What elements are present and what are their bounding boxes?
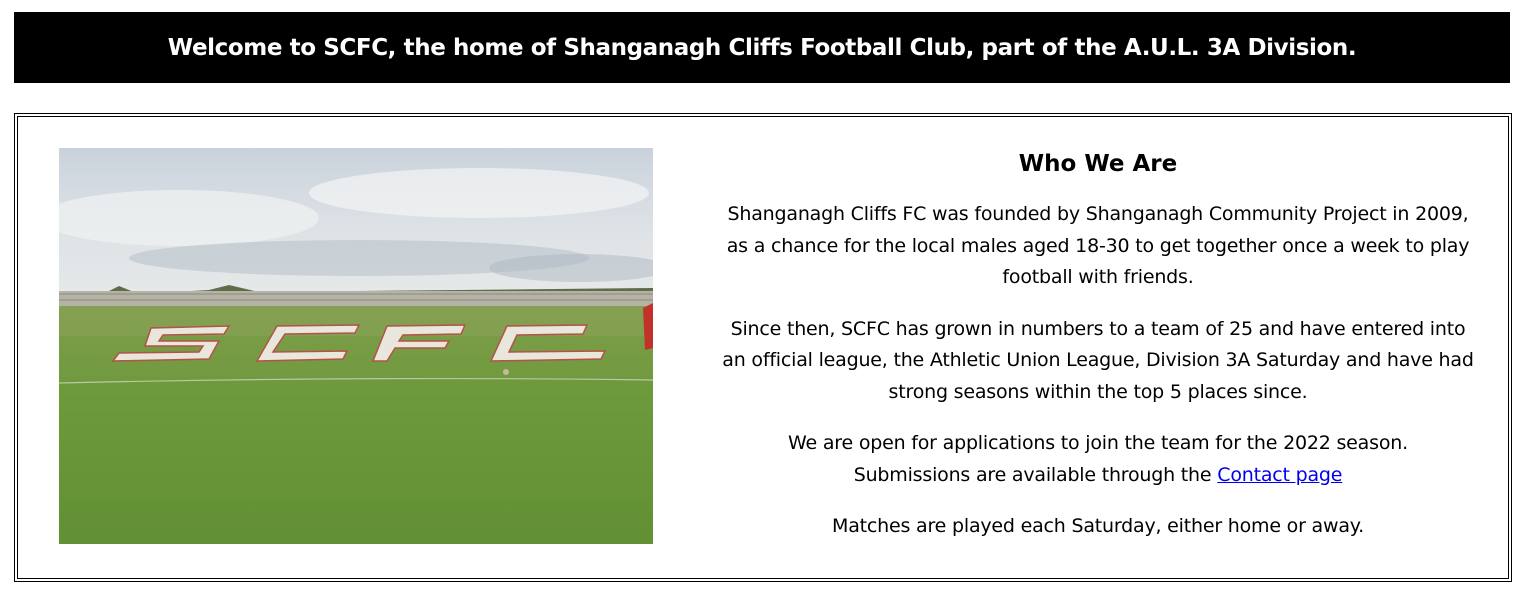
applications-line: We are open for applications to join the…: [788, 432, 1408, 454]
contact-page-link[interactable]: Contact page: [1217, 464, 1342, 486]
who-we-are-text: Who We Are Shanganagh Cliffs FC was foun…: [718, 149, 1478, 563]
about-paragraph-matches: Matches are played each Saturday, either…: [832, 515, 1364, 537]
welcome-banner-text: Welcome to SCFC, the home of Shanganagh …: [167, 34, 1357, 61]
welcome-banner: Welcome to SCFC, the home of Shanganagh …: [14, 12, 1510, 83]
submissions-prefix: Submissions are available through the: [853, 463, 1212, 486]
pitch-photo: [59, 148, 653, 544]
who-we-are-heading: Who We Are: [1018, 151, 1178, 177]
about-paragraph-founding: Shanganagh Cliffs FC was founded by Shan…: [726, 203, 1470, 288]
about-paragraph-growth: Since then, SCFC has grown in numbers to…: [722, 317, 1474, 403]
about-paragraph-applications: We are open for applications to join the…: [718, 428, 1478, 491]
about-section: Who We Are Shanganagh Cliffs FC was foun…: [14, 113, 1512, 582]
